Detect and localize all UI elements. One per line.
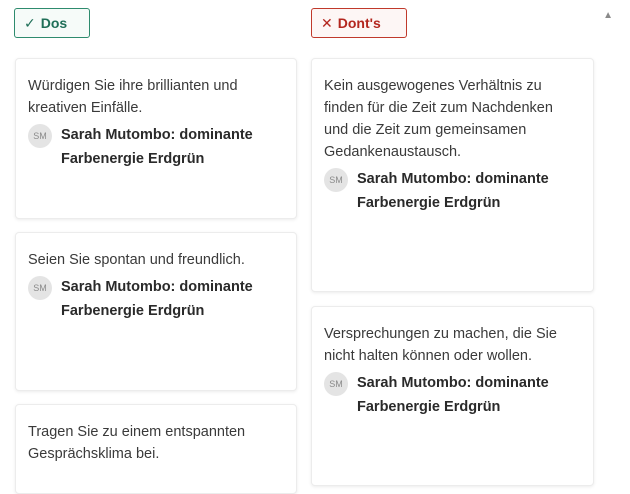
check-icon: ✓ [24,14,36,31]
donts-header-button[interactable]: ✕ Dont's [311,8,407,38]
dos-header-button[interactable]: ✓ Dos [14,8,90,38]
avatar: SM [324,372,348,396]
donts-card: Versprechungen zu machen, die Sie nicht … [311,306,594,486]
scroll-up-arrow-icon[interactable]: ▲ [603,10,613,21]
card-author: SM Sarah Mutombo: dominante Farbenergie … [28,123,283,171]
dos-card-text: Tragen Sie zu einem entspannten Gespräch… [28,424,246,462]
donts-card: Kein ausgewogenes Verhältnis zu finden f… [311,58,594,292]
author-name: Sarah Mutombo: dominante Farbenergie Erd… [61,127,253,167]
dos-card-text: Seien Sie spontan und freundlich. [28,252,245,268]
dos-card: Seien Sie spontan und freundlich. SM Sar… [15,232,297,391]
donts-header-label: Dont's [337,15,381,31]
avatar: SM [28,124,52,148]
avatar: SM [324,168,348,192]
card-author: SM Sarah Mutombo: dominante Farbenergie … [324,371,580,419]
donts-card-text: Kein ausgewogenes Verhältnis zu finden f… [324,78,553,160]
dos-card: Tragen Sie zu einem entspannten Gespräch… [15,404,297,494]
dos-header-label: Dos [40,15,68,31]
avatar: SM [28,276,52,300]
author-name: Sarah Mutombo: dominante Farbenergie Erd… [61,279,253,319]
card-author: SM Sarah Mutombo: dominante Farbenergie … [324,167,580,215]
author-name: Sarah Mutombo: dominante Farbenergie Erd… [357,375,549,415]
dos-card: Würdigen Sie ihre brillianten und kreati… [15,58,297,219]
close-icon: ✕ [321,14,333,31]
author-name: Sarah Mutombo: dominante Farbenergie Erd… [357,171,549,211]
card-author: SM Sarah Mutombo: dominante Farbenergie … [28,275,283,323]
donts-card-text: Versprechungen zu machen, die Sie nicht … [324,326,557,364]
dos-card-text: Würdigen Sie ihre brillianten und kreati… [28,78,238,116]
